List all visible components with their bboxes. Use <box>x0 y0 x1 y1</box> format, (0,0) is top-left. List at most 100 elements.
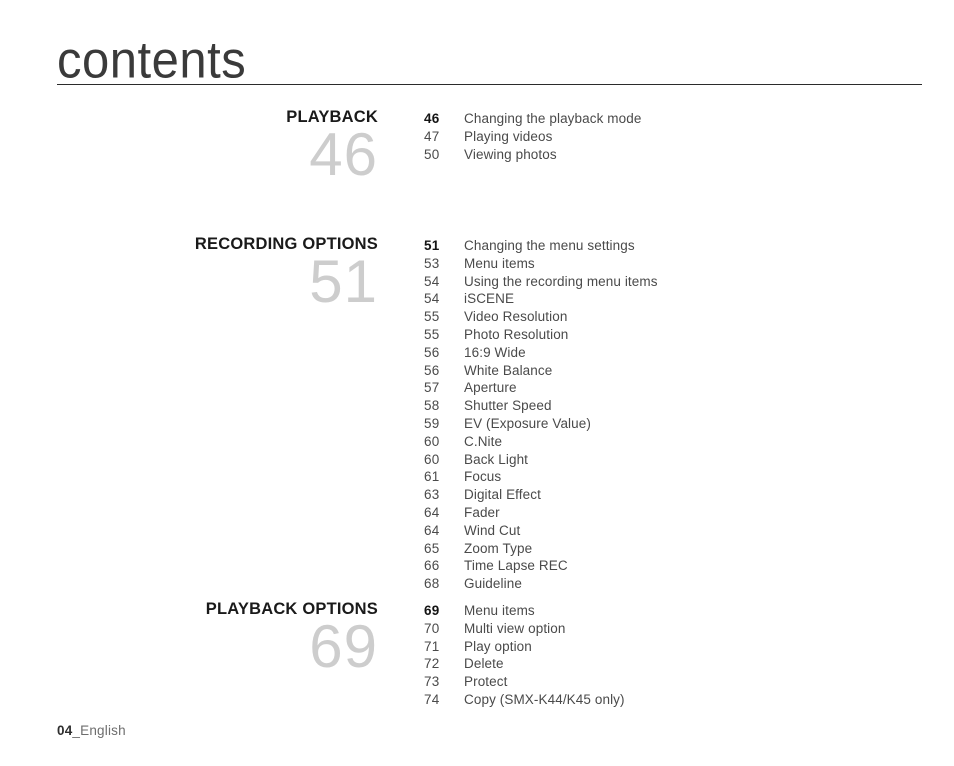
toc-entry-page-number: 46 <box>424 111 440 126</box>
toc-entry[interactable]: 55 Photo Resolution <box>424 326 954 344</box>
toc-section: PLAYBACK OPTIONS 69 69 Menu items 70 Multi vi… <box>0 600 954 709</box>
toc-entry[interactable]: 57 Aperture <box>424 379 954 397</box>
toc-entry-title: Focus <box>464 469 502 485</box>
toc-entry-page-number: 66 <box>424 558 440 574</box>
toc-entry[interactable]: 64 Fader <box>424 504 954 522</box>
toc-entry-title: Digital Effect <box>464 487 541 503</box>
toc-entry-title: iSCENE <box>464 291 515 307</box>
toc-entry-title: EV (Exposure Value) <box>464 415 591 431</box>
toc-entry[interactable]: 70 Multi view option <box>424 620 954 638</box>
toc-entry-title: White Balance <box>464 362 553 378</box>
toc-entry-title: 16:9 Wide <box>464 344 526 360</box>
toc-entry-title: Multi view option <box>464 620 566 636</box>
page-title: contents <box>57 31 247 90</box>
toc-entry-page-number: 56 <box>424 362 440 378</box>
toc-entry-title: Using the recording menu items <box>464 273 658 289</box>
toc-entry[interactable]: 74 Copy (SMX-K44/K45 only) <box>424 691 954 709</box>
toc-entry-page-number: 72 <box>424 656 440 672</box>
toc-entry-title: Viewing photos <box>464 146 557 162</box>
toc-entry-title: Wind Cut <box>464 522 521 538</box>
toc-entry[interactable]: 58 Shutter Speed <box>424 397 954 415</box>
toc-section-inner: PLAYBACK OPTIONS 69 69 Menu items 70 Multi vi… <box>0 600 954 709</box>
toc-entry[interactable]: 46 Changing the playback mode <box>424 110 954 128</box>
toc-entry[interactable]: 61 Focus <box>424 468 954 486</box>
toc-entry-title: Playing videos <box>464 128 553 144</box>
toc-entry-page-number: 63 <box>424 487 440 503</box>
toc-entry-page-number: 71 <box>424 638 440 654</box>
toc-entry-title: Menu items <box>464 255 535 271</box>
toc-entry-page-number: 56 <box>424 344 440 360</box>
toc-entry[interactable]: 71 Play option <box>424 638 954 656</box>
toc-section-inner: RECORDING OPTIONS 51 51 Changing the menu s… <box>0 235 954 593</box>
toc-entry-page-number: 58 <box>424 398 440 414</box>
toc-entry[interactable]: 47 Playing videos <box>424 128 954 146</box>
toc-entry-title: C.Nite <box>464 433 503 449</box>
toc-entry-page-number: 55 <box>424 309 440 325</box>
toc-entry[interactable]: 56 16:9 Wide <box>424 344 954 362</box>
toc-entry[interactable]: 50 Viewing photos <box>424 146 954 164</box>
footer-page-number: 04 <box>57 723 73 738</box>
toc-section-start-page-number: 46 <box>309 121 378 188</box>
toc-entry-page-number: 70 <box>424 620 440 636</box>
toc-section-label-column: PLAYBACK 46 <box>0 108 378 186</box>
toc-section-inner: PLAYBACK 46 46 Changing the playback mode 47… <box>0 108 954 186</box>
toc-entry-page-number: 47 <box>424 128 440 144</box>
toc-entry-title: Video Resolution <box>464 309 568 325</box>
toc-entry-title: Changing the playback mode <box>464 111 642 126</box>
toc-entry-page-number: 54 <box>424 291 440 307</box>
toc-entry[interactable]: 54 Using the recording menu items <box>424 273 954 291</box>
toc-entry-title: Protect <box>464 674 508 690</box>
toc-entry[interactable]: 63 Digital Effect <box>424 486 954 504</box>
toc-entry-page-number: 55 <box>424 326 440 342</box>
toc-entry[interactable]: 51 Changing the menu settings <box>424 237 954 255</box>
toc-entry[interactable]: 72 Delete <box>424 655 954 673</box>
toc-entry-title: Zoom Type <box>464 540 533 556</box>
toc-entry[interactable]: 68 Guideline <box>424 575 954 593</box>
toc-section: PLAYBACK 46 46 Changing the playback mode 47… <box>0 108 954 186</box>
page-header: contents <box>57 31 922 90</box>
toc-entry[interactable]: 56 White Balance <box>424 362 954 380</box>
toc-entry[interactable]: 60 C.Nite <box>424 433 954 451</box>
toc-entry[interactable]: 64 Wind Cut <box>424 522 954 540</box>
toc-entry[interactable]: 69 Menu items <box>424 602 954 620</box>
toc-entry-page-number: 69 <box>424 603 440 618</box>
toc-entry[interactable]: 59 EV (Exposure Value) <box>424 415 954 433</box>
toc-entry-title: Play option <box>464 638 532 654</box>
toc-entry-list: 69 Menu items 70 Multi view option 71 Play op… <box>378 600 954 709</box>
toc-entry-page-number: 60 <box>424 451 440 467</box>
toc-entry[interactable]: 54 iSCENE <box>424 290 954 308</box>
toc-entry-title: Changing the menu settings <box>464 238 635 253</box>
toc-entry-page-number: 68 <box>424 576 440 592</box>
toc-entry-page-number: 61 <box>424 469 440 485</box>
toc-entry-title: Aperture <box>464 380 517 396</box>
toc-entry-list: 46 Changing the playback mode 47 Playing vi… <box>378 108 954 163</box>
toc-entry[interactable]: 66 Time Lapse REC <box>424 557 954 575</box>
toc-entry-page-number: 54 <box>424 273 440 289</box>
toc-section-start-page-number: 51 <box>309 248 378 315</box>
toc-section-start-page-number: 69 <box>309 613 378 680</box>
toc-entry-title: Fader <box>464 504 500 520</box>
toc-entry[interactable]: 65 Zoom Type <box>424 540 954 558</box>
toc-entry-page-number: 64 <box>424 504 440 520</box>
toc-entry-page-number: 50 <box>424 146 440 162</box>
toc-entry-title: Copy (SMX-K44/K45 only) <box>464 691 625 707</box>
toc-entry[interactable]: 55 Video Resolution <box>424 308 954 326</box>
toc-entry-title: Shutter Speed <box>464 398 552 414</box>
toc-entry-title: Menu items <box>464 603 535 618</box>
toc-section-label-column: PLAYBACK OPTIONS 69 <box>0 600 378 678</box>
toc-entry[interactable]: 60 Back Light <box>424 451 954 469</box>
toc-entry-page-number: 59 <box>424 415 440 431</box>
toc-entry-title: Time Lapse REC <box>464 558 568 574</box>
toc-entry-page-number: 57 <box>424 380 440 396</box>
toc-entry[interactable]: 73 Protect <box>424 673 954 691</box>
toc-entry-page-number: 64 <box>424 522 440 538</box>
toc-entry-page-number: 53 <box>424 255 440 271</box>
toc-entry-list: 51 Changing the menu settings 53 Menu items… <box>378 235 954 593</box>
toc-entry-page-number: 60 <box>424 433 440 449</box>
toc-entry[interactable]: 53 Menu items <box>424 255 954 273</box>
title-divider <box>57 84 922 85</box>
toc-entry-title: Photo Resolution <box>464 326 569 342</box>
toc-section: RECORDING OPTIONS 51 51 Changing the menu s… <box>0 235 954 593</box>
page-footer: 04_English <box>57 723 126 738</box>
toc-entry-page-number: 51 <box>424 238 440 253</box>
